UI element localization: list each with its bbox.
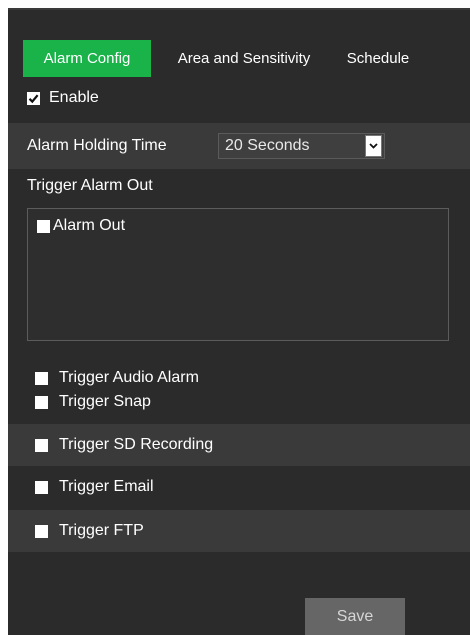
holding-time-row: Alarm Holding Time 20 Seconds (8, 123, 470, 169)
tab-area-and-sensitivity[interactable]: Area and Sensitivity (151, 40, 337, 77)
trigger-sd-recording-row: Trigger SD Recording (8, 424, 470, 466)
enable-checkbox[interactable] (27, 91, 40, 105)
trigger-snap-row: Trigger Snap (8, 381, 470, 423)
trigger-email-checkbox[interactable] (35, 480, 48, 494)
trigger-snap-checkbox[interactable] (35, 395, 48, 409)
alarm-out-label: Alarm Out (53, 217, 126, 234)
holding-time-value: 20 Seconds (225, 137, 310, 154)
tab-bar: Alarm Config Area and Sensitivity Schedu… (23, 40, 419, 77)
trigger-email-row: Trigger Email (8, 466, 470, 508)
trigger-alarm-out-row: Trigger Alarm Out (8, 165, 470, 207)
trigger-ftp-checkbox[interactable] (35, 524, 48, 538)
save-button[interactable]: Save (305, 598, 405, 635)
trigger-alarm-out-label: Trigger Alarm Out (27, 177, 153, 194)
holding-time-label: Alarm Holding Time (27, 137, 167, 154)
alarm-out-checkbox[interactable] (37, 219, 50, 233)
list-item[interactable]: Alarm Out (37, 217, 125, 235)
tab-alarm-config[interactable]: Alarm Config (23, 40, 151, 77)
top-divider (8, 8, 470, 10)
tab-schedule[interactable]: Schedule (337, 40, 419, 77)
holding-time-select[interactable]: 20 Seconds (218, 133, 385, 159)
trigger-ftp-label: Trigger FTP (59, 522, 144, 539)
trigger-snap-label: Trigger Snap (59, 393, 151, 410)
check-mark-icon (28, 93, 39, 103)
alarm-out-list[interactable]: Alarm Out (27, 208, 449, 341)
alarm-config-panel: Alarm Config Area and Sensitivity Schedu… (8, 8, 470, 635)
trigger-sd-recording-checkbox[interactable] (35, 438, 48, 452)
trigger-sd-recording-label: Trigger SD Recording (59, 436, 214, 453)
trigger-email-label: Trigger Email (59, 478, 154, 495)
chevron-down-icon[interactable] (365, 135, 382, 157)
enable-label: Enable (49, 89, 99, 106)
trigger-ftp-row: Trigger FTP (8, 510, 470, 552)
enable-row: Enable (8, 77, 470, 119)
